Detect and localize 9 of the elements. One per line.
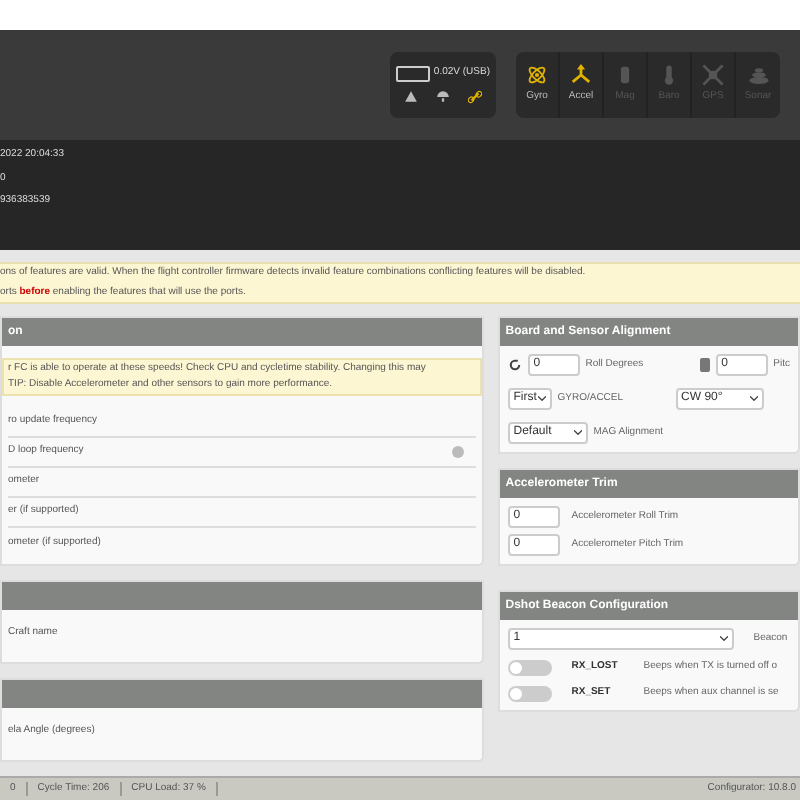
pitch-icon — [699, 358, 710, 372]
chevron-down-icon — [573, 430, 582, 436]
chevron-down-icon — [719, 636, 728, 642]
rotate-icon — [507, 358, 522, 372]
toggle-switch[interactable] — [507, 686, 552, 702]
help-icon[interactable] — [451, 446, 464, 458]
chevron-down-icon — [749, 396, 758, 402]
chevron-down-icon — [537, 396, 546, 402]
toggle-switch[interactable] — [507, 660, 552, 676]
